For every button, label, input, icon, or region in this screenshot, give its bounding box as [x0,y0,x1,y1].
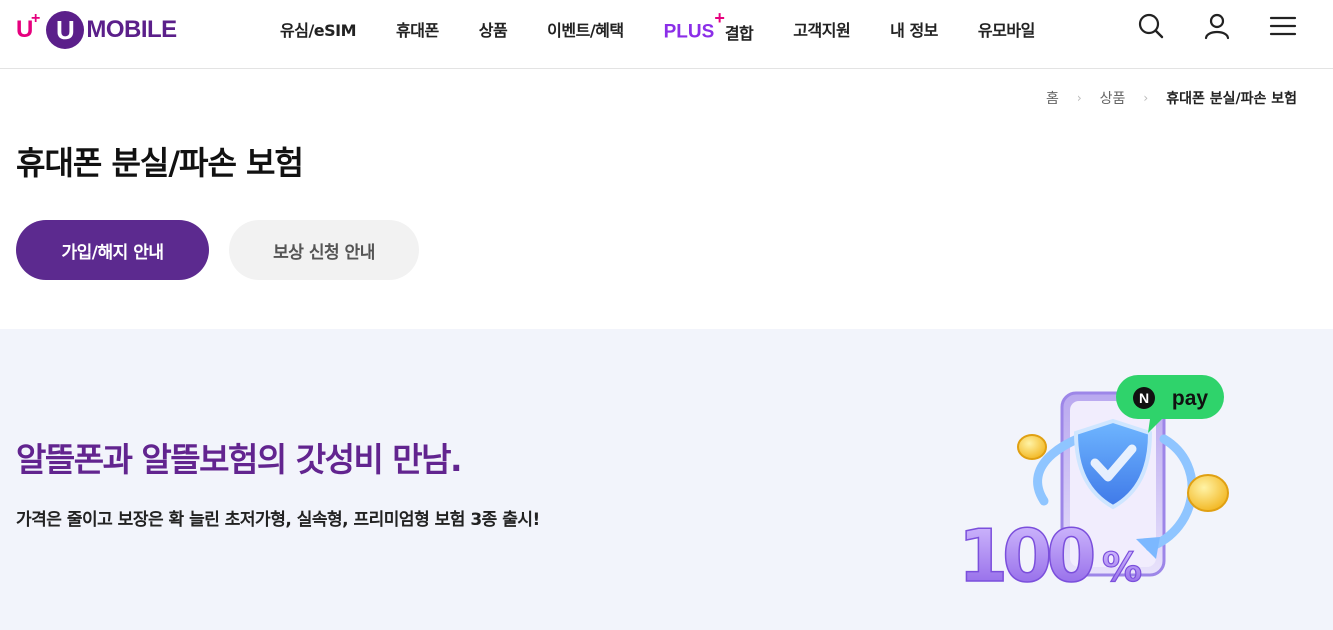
header-icons [1137,12,1297,40]
umobile-logo[interactable]: U + U MOBILE [16,10,177,50]
promo-banner: 알뜰폰과 알뜰보험의 갓성비 만남. 가격은 줄이고 보장은 확 늘린 초저가형… [0,329,1333,630]
main-nav: 유심/eSIM 휴대폰 상품 이벤트/혜택 PLUS+ 결합 고객지원 내 정보… [260,0,1055,58]
nav-item-support[interactable]: 고객지원 [793,17,850,41]
logo-u-circle: U [46,11,85,49]
breadcrumb-home[interactable]: 홈 [1046,88,1059,108]
tab-claim-guide[interactable]: 보상 신청 안내 [229,220,419,280]
svg-text:pay: pay [1172,387,1209,410]
logo-text: MOBILE [86,16,177,43]
tab-join-cancel-guide[interactable]: 가입/해지 안내 [16,220,209,280]
nav-item-products[interactable]: 상품 [479,17,508,41]
nav-item-events[interactable]: 이벤트/혜택 [547,17,624,41]
plus-logo: PLUS+ [663,8,725,43]
site-header: U + U MOBILE 유심/eSIM 휴대폰 상품 이벤트/혜택 PLUS+ … [0,0,1333,69]
insurance-illustration: N pay 100 % [957,375,1229,599]
banner-subtitle: 가격은 줄이고 보장은 확 늘린 초저가형, 실속형, 프리미엄형 보험 3종 … [16,510,540,530]
nav-item-my-info[interactable]: 내 정보 [890,17,938,41]
nav-item-usim[interactable]: 유심/eSIM [280,17,357,41]
nav-item-plus-bundle[interactable]: PLUS+ 결합 [663,8,754,43]
nav-item-umobile[interactable]: 유모바일 [978,17,1035,41]
banner-title: 알뜰폰과 알뜰보험의 갓성비 만남. [16,440,463,479]
breadcrumb: 홈 › 상품 › 휴대폰 분실/파손 보험 [1046,88,1297,108]
content-tabs: 가입/해지 안내 보상 신청 안내 [16,220,419,280]
search-icon[interactable] [1137,12,1165,40]
chevron-right-icon: › [1076,91,1082,105]
logo-uplus: U + [16,10,40,43]
svg-text:100: 100 [958,514,1093,598]
svg-text:N: N [1139,390,1149,406]
nav-item-phone[interactable]: 휴대폰 [396,17,439,41]
page-title: 휴대폰 분실/파손 보험 [16,144,304,182]
breadcrumb-current: 휴대폰 분실/파손 보험 [1166,91,1297,107]
user-icon[interactable] [1203,12,1231,40]
svg-text:%: % [1102,545,1142,591]
breadcrumb-products[interactable]: 상품 [1100,88,1126,108]
nav-item-plus-label: 결합 [724,23,754,43]
menu-icon[interactable] [1269,12,1297,40]
chevron-right-icon: › [1143,91,1149,105]
